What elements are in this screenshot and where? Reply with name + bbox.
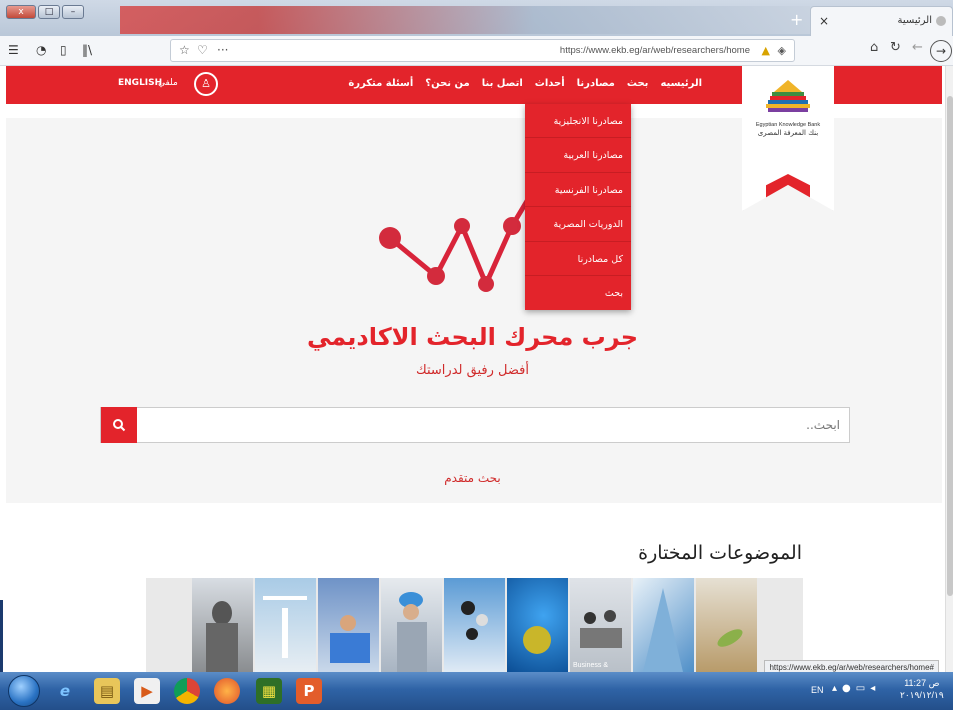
window-close-button[interactable]: x: [6, 5, 36, 19]
window-maximize-button[interactable]: □: [38, 5, 60, 19]
dropdown-item-search[interactable]: بحث: [525, 276, 631, 310]
logo-text-ar: بنك المعرفة المصرى: [757, 129, 819, 137]
menu-item-faq[interactable]: أسئلة متكررة: [348, 78, 413, 89]
hero-title: جرب محرك البحث الاكاديمي: [307, 323, 638, 351]
status-bar-url: https://www.ekb.eg/ar/web/researchers/ho…: [764, 660, 939, 672]
engineer-icon: [397, 592, 427, 672]
topic-tile-sports[interactable]: [255, 578, 316, 672]
topic-tile-biology[interactable]: [507, 578, 568, 672]
menu-item-contact[interactable]: اتصل بنا: [482, 78, 523, 89]
extension-icon[interactable]: ◔: [36, 43, 46, 57]
topic-tile-health[interactable]: [318, 578, 379, 672]
scrollbar-thumb[interactable]: [947, 96, 953, 596]
back-icon[interactable]: ←: [912, 40, 923, 55]
language-indicator[interactable]: EN: [811, 685, 824, 695]
browser-titlebar: x □ – + × الرئيسية: [0, 0, 953, 36]
bookmark-star-icon[interactable]: ☆: [179, 43, 194, 57]
search-box: [100, 407, 850, 443]
logo-text-en: Egyptian Knowledge Bank: [755, 122, 821, 128]
page-scrollbar[interactable]: [945, 66, 953, 672]
clock-time: 11:27 ص: [904, 678, 940, 688]
forward-icon[interactable]: →: [930, 40, 952, 62]
dropdown-item-all-sources[interactable]: كل مصادرنا: [525, 242, 631, 276]
new-tab-button[interactable]: +: [790, 10, 803, 29]
web-page: ♙ ملفي ENGLISH الرئيسيه بحث مصادرنا أحدا…: [0, 66, 945, 672]
topic-tile-chemistry[interactable]: [444, 578, 505, 672]
reader-view-icon[interactable]: ▯: [60, 43, 67, 57]
firefox-icon[interactable]: [214, 678, 240, 704]
app-icon[interactable]: ▦: [256, 678, 282, 704]
menu-item-events[interactable]: أحداث: [535, 78, 565, 89]
favicon-icon: [936, 16, 946, 26]
topic-tile-agriculture[interactable]: [696, 578, 757, 672]
url-bar[interactable]: ☆ ♡ ··· https://www.ekb.eg/ar/web/resear…: [170, 39, 795, 62]
statue-icon: [206, 601, 238, 672]
menu-item-search[interactable]: بحث: [627, 78, 649, 89]
page-actions-icon[interactable]: ···: [217, 43, 228, 57]
person-icon: [330, 615, 370, 663]
dropdown-item-arabic-sources[interactable]: مصادرنا العربية: [525, 138, 631, 173]
main-menu: الرئيسيه بحث مصادرنا أحداث اتصل بنا من ن…: [348, 78, 702, 89]
search-icon: [113, 419, 126, 432]
leaf-icon: [717, 629, 743, 647]
system-tray-icons[interactable]: ▴●▭◂: [832, 683, 880, 694]
media-player-icon[interactable]: ▶: [134, 678, 160, 704]
url-text[interactable]: https://www.ekb.eg/ar/web/researchers/ho…: [560, 45, 750, 56]
window-minimize-button[interactable]: –: [62, 5, 84, 19]
athlete-icon: [263, 596, 307, 658]
pocket-icon[interactable]: ♡: [197, 43, 212, 57]
menu-item-about[interactable]: من نحن؟: [425, 78, 469, 89]
dropdown-item-english-sources[interactable]: مصادرنا الانجليزية: [525, 104, 631, 139]
featured-topics-title: الموضوعات المختارة: [638, 542, 802, 564]
topic-tile-philosophy[interactable]: [192, 578, 253, 672]
internet-explorer-icon[interactable]: e: [52, 678, 78, 704]
reload-icon[interactable]: ↻: [890, 40, 901, 55]
left-edge-bar: [0, 600, 3, 672]
search-input[interactable]: [141, 408, 846, 442]
user-avatar-icon[interactable]: ♙: [194, 72, 218, 96]
tab-title: الرئيسية: [897, 15, 932, 26]
menu-item-sources[interactable]: مصادرنا: [577, 78, 615, 89]
books-logo-icon: [766, 80, 810, 112]
dropdown-item-french-sources[interactable]: مصادرنا الفرنسية: [525, 173, 631, 208]
hero-subtitle: أفضل رفيق لدراستك: [416, 363, 529, 378]
clock-date: ٢٠١٩/١٢/١٩: [900, 690, 944, 700]
topic-tile-engineering[interactable]: [381, 578, 442, 672]
advanced-search-link[interactable]: بحث متقدم: [0, 471, 945, 485]
dropdown-item-egyptian-journals[interactable]: الدوريات المصرية: [525, 207, 631, 242]
building-icon: [643, 588, 683, 672]
virus-icon: [523, 626, 551, 654]
shield-icon[interactable]: ◈: [778, 44, 786, 57]
tab-close-icon[interactable]: ×: [819, 14, 829, 28]
meeting-icon: [580, 610, 622, 648]
file-explorer-icon[interactable]: ▤: [94, 678, 120, 704]
window-controls: x □ –: [6, 5, 84, 19]
sources-dropdown: مصادرنا الانجليزية مصادرنا العربية مصادر…: [525, 104, 631, 311]
library-icon[interactable]: ‖\: [82, 43, 92, 57]
menu-item-home[interactable]: الرئيسيه: [660, 78, 702, 89]
tab-home[interactable]: × الرئيسية: [810, 6, 953, 36]
topic-tile-label: Business &: [573, 662, 609, 669]
windows-taskbar: e ▤ ▶ ▦ P EN ▴●▭◂ 11:27 ص ٢٠١٩/١٢/١٩: [0, 672, 953, 710]
topic-tile-architecture[interactable]: [633, 578, 694, 672]
search-button[interactable]: [101, 407, 137, 443]
powerpoint-icon[interactable]: P: [296, 678, 322, 704]
browser-toolbar: ☰ ◔ ▯ ‖\ ☆ ♡ ··· https://www.ekb.eg/ar/w…: [0, 36, 953, 66]
topic-tile-business[interactable]: Business &: [570, 578, 631, 672]
tab-strip: [120, 6, 810, 34]
language-switch[interactable]: ENGLISH: [118, 78, 162, 88]
molecule-model-icon: [461, 601, 488, 640]
warning-lock-icon[interactable]: ▲: [762, 44, 770, 57]
home-icon[interactable]: ⌂: [870, 40, 878, 55]
menu-icon[interactable]: ☰: [8, 43, 19, 57]
start-button[interactable]: [8, 675, 40, 707]
featured-topics-strip: Business &: [146, 578, 803, 672]
clock[interactable]: 11:27 ص ٢٠١٩/١٢/١٩: [900, 677, 944, 701]
chrome-icon[interactable]: [174, 678, 200, 704]
